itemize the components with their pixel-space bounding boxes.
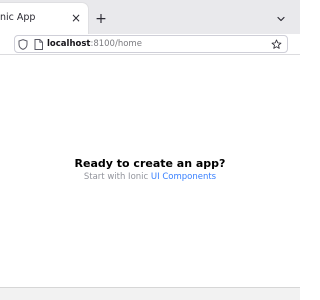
close-icon[interactable]: × <box>70 12 82 24</box>
page-headline: Ready to create an app? <box>74 157 226 170</box>
url-path: :8100/home <box>90 39 142 49</box>
url-bar[interactable]: localhost:8100/home <box>14 35 288 53</box>
new-tab-button[interactable]: + <box>95 12 107 26</box>
browser-window: nic App × + localhost:8100/home Ready to… <box>0 0 300 300</box>
page-icon[interactable] <box>34 39 43 50</box>
page-content: Ready to create an app? Start with Ionic… <box>0 55 300 287</box>
url-host: localhost <box>47 39 91 49</box>
window-bottom-edge <box>0 287 300 300</box>
url-text[interactable]: localhost:8100/home <box>47 39 142 49</box>
tab-strip: nic App × + <box>0 0 300 34</box>
subtitle-text: Start with Ionic <box>83 172 149 182</box>
ui-components-link[interactable]: UI Components <box>151 172 216 182</box>
bookmark-star-icon[interactable] <box>271 39 282 50</box>
chevron-down-icon[interactable] <box>275 13 287 25</box>
navigation-bar: localhost:8100/home <box>0 34 300 55</box>
shield-icon[interactable] <box>18 39 28 50</box>
empty-state: Ready to create an app? Start with Ionic… <box>0 157 300 183</box>
tab-title: nic App <box>0 12 36 23</box>
page-subtitle: Start with Ionic UI Components <box>0 172 300 183</box>
tab-active[interactable]: nic App × <box>0 3 88 34</box>
